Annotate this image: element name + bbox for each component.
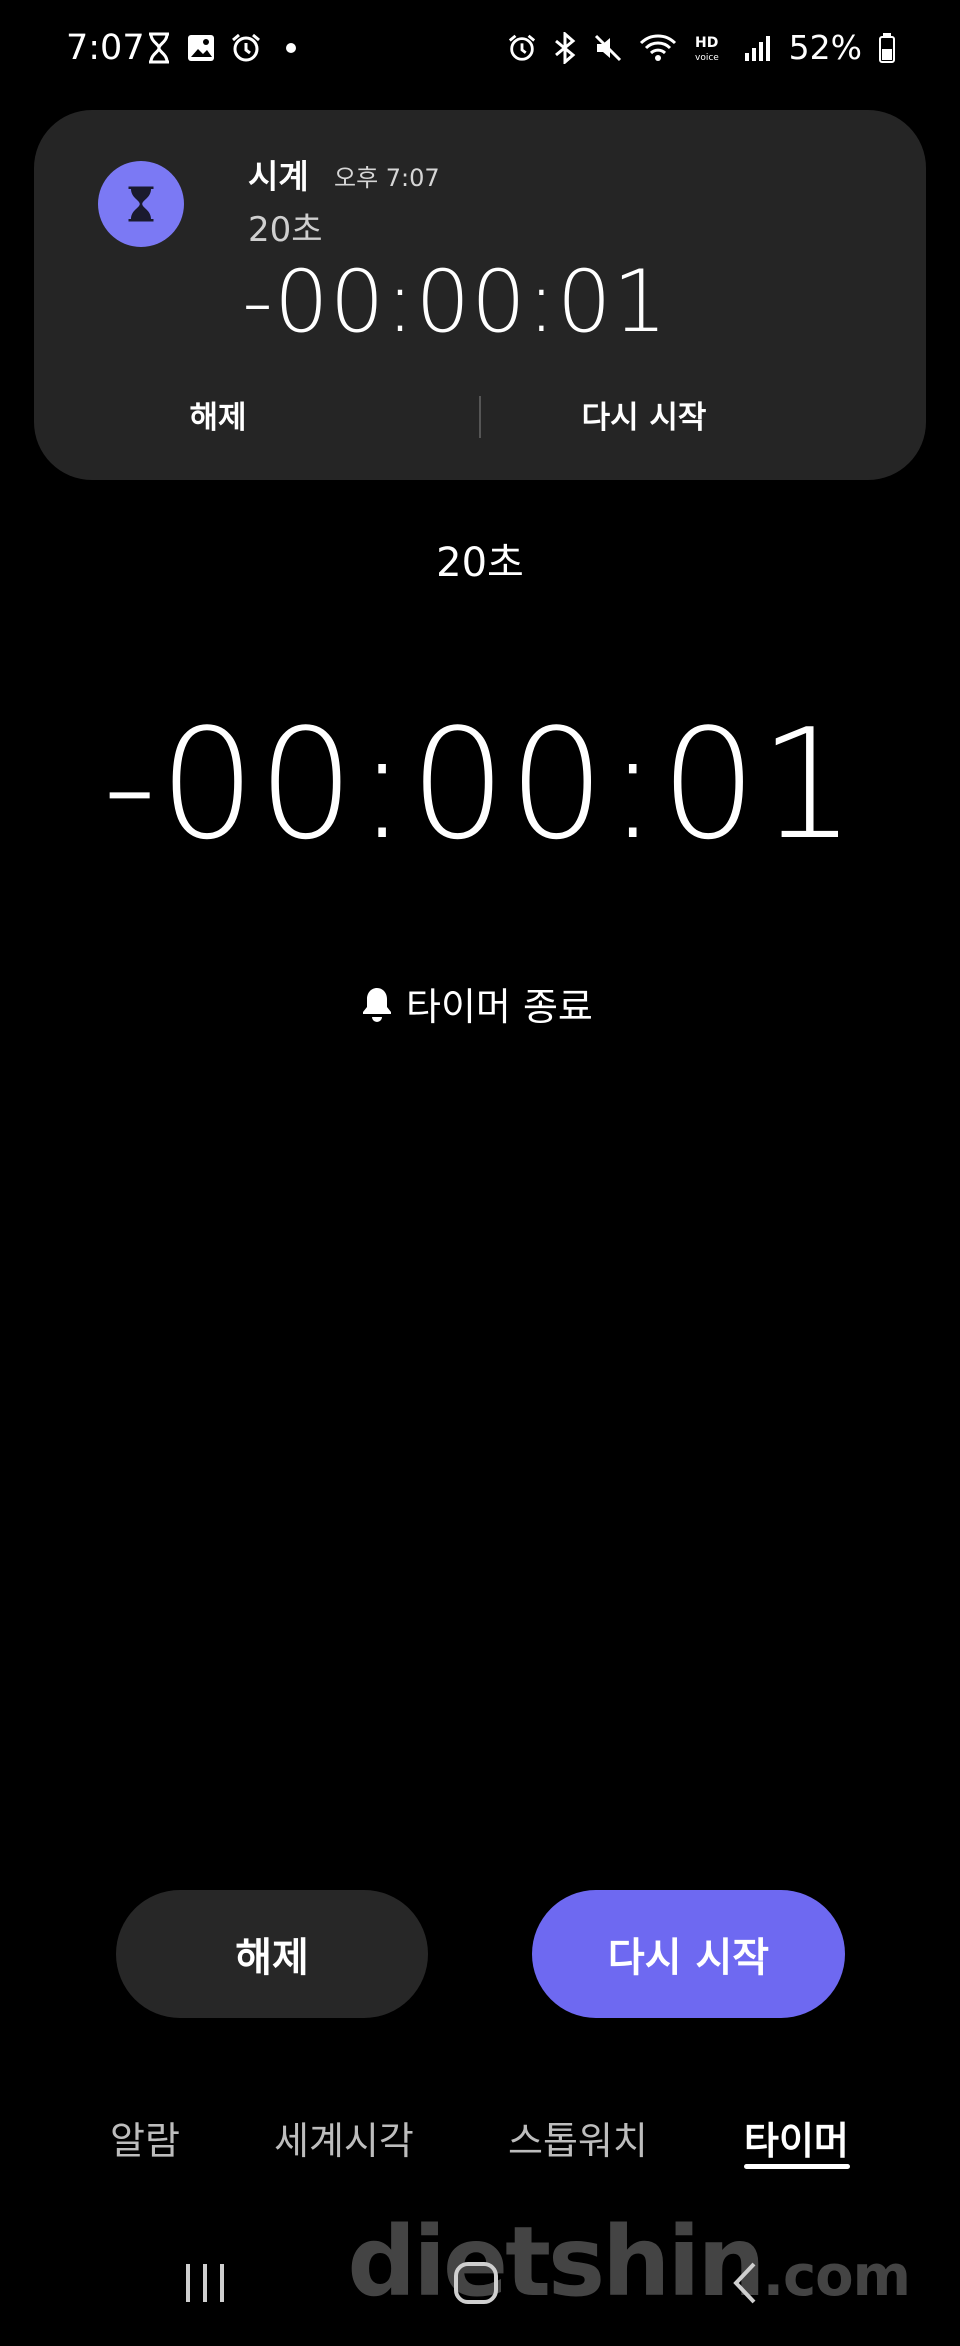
timer-status: 타이머 종료 xyxy=(360,976,593,1031)
hourglass-icon xyxy=(128,186,154,222)
mute-icon xyxy=(594,34,621,61)
tab-stopwatch[interactable]: 스톱워치 xyxy=(508,2110,648,2165)
notification-action-divider xyxy=(479,396,481,438)
notification-dismiss-button[interactable]: 해제 xyxy=(68,392,368,437)
status-bar: 7:07 HD voice 52% xyxy=(0,0,960,100)
dismiss-button[interactable]: 해제 xyxy=(116,1890,428,2018)
bottom-tabs: 알람 세계시각 스톱워치 타이머 xyxy=(0,2110,960,2190)
timer-countdown: -00:00:01 xyxy=(102,696,858,873)
alarm-icon xyxy=(232,33,260,62)
tab-alarm[interactable]: 알람 xyxy=(110,2110,180,2165)
timer-status-text: 타이머 종료 xyxy=(406,985,593,1029)
status-time: 7:07 xyxy=(66,28,145,68)
notification-timer-label: 20초 xyxy=(248,210,323,250)
timer-notification[interactable]: 시계 오후 7:07 20초 -00:00:01 해제 다시 시작 xyxy=(34,110,926,480)
svg-text:voice: voice xyxy=(695,53,719,63)
hd-voice-icon: HD voice xyxy=(695,35,719,63)
tab-world-clock[interactable]: 세계시각 xyxy=(274,2110,414,2165)
recent-apps-icon xyxy=(186,2264,224,2302)
back-icon xyxy=(733,2262,756,2304)
notification-time: 오후 7:07 xyxy=(334,164,440,192)
gallery-icon xyxy=(188,35,214,61)
wifi-icon xyxy=(639,33,676,61)
signal-icon xyxy=(744,35,770,61)
status-left-icons xyxy=(146,32,306,64)
recent-apps-button[interactable] xyxy=(180,2260,230,2310)
battery-icon xyxy=(879,32,895,63)
bell-icon xyxy=(363,987,391,1022)
timer-label: 20초 xyxy=(436,540,524,586)
home-button[interactable] xyxy=(452,2260,500,2310)
battery-percentage: 52% xyxy=(788,28,862,67)
notification-app-icon xyxy=(98,161,184,247)
restart-button[interactable]: 다시 시작 xyxy=(532,1890,845,2018)
bluetooth-icon xyxy=(554,31,575,64)
dot-icon xyxy=(286,43,296,53)
navigation-bar xyxy=(0,2230,960,2346)
alarm-icon xyxy=(508,34,535,61)
notification-restart-button[interactable]: 다시 시작 xyxy=(494,392,794,437)
status-right-icons: HD voice 52% xyxy=(507,28,896,67)
notification-countdown: -00:00:01 xyxy=(242,252,669,352)
tab-timer[interactable]: 타이머 xyxy=(744,2110,849,2165)
active-tab-indicator xyxy=(744,2164,850,2169)
back-button[interactable] xyxy=(726,2260,766,2310)
home-icon xyxy=(454,2262,498,2304)
hourglass-icon xyxy=(149,32,169,64)
svg-text:HD: HD xyxy=(695,35,718,51)
notification-app-name: 시계 xyxy=(248,157,309,196)
